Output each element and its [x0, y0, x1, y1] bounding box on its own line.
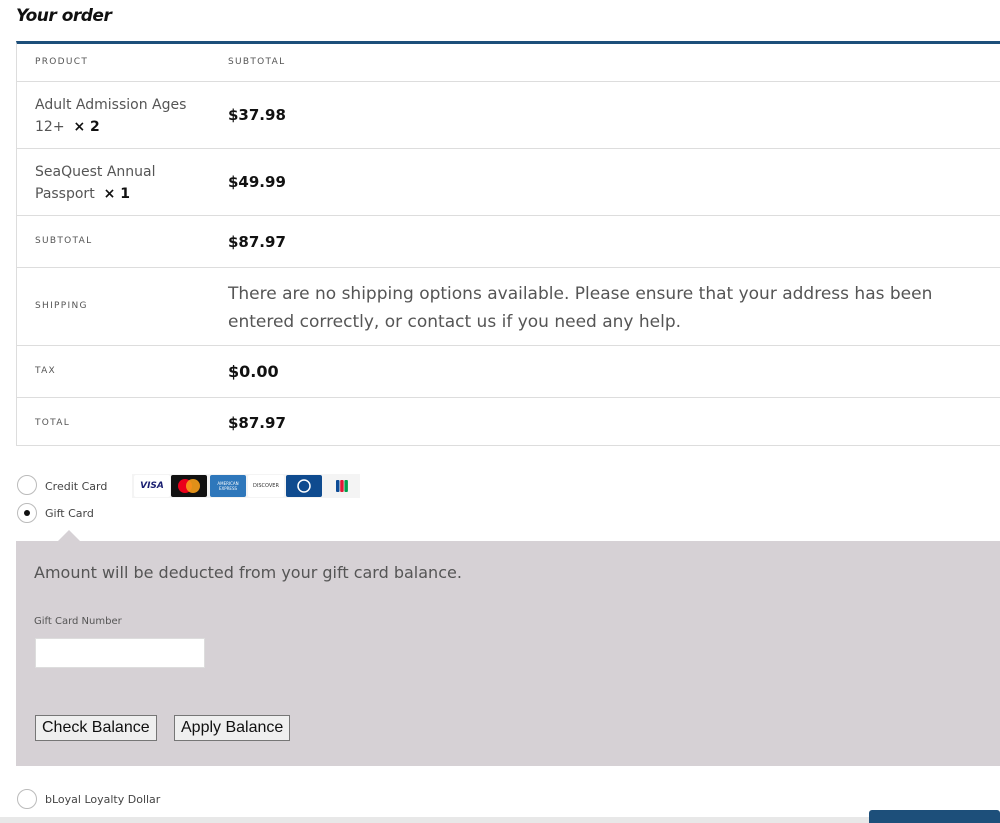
- shipping-label: SHIPPING: [35, 301, 88, 311]
- gift-card-radio[interactable]: [17, 503, 37, 523]
- order-table: PRODUCT SUBTOTAL Adult Admission Ages 12…: [16, 41, 1000, 446]
- shipping-row: SHIPPING There are no shipping options a…: [17, 268, 1000, 346]
- total-label: TOTAL: [35, 418, 71, 428]
- column-header-subtotal: SUBTOTAL: [228, 57, 286, 67]
- card-logos: VISA AMERICAN EXPRESS DISCOVER: [132, 474, 360, 498]
- table-row: SeaQuest Annual Passport × 1 $49.99: [17, 149, 1000, 216]
- subtotal-value: $87.97: [228, 233, 286, 251]
- product-price: $49.99: [228, 173, 286, 191]
- tax-label: TAX: [35, 366, 57, 376]
- loyalty-label[interactable]: bLoyal Loyalty Dollar: [45, 793, 160, 806]
- gift-card-number-input[interactable]: [35, 638, 205, 668]
- total-row: TOTAL $87.97: [17, 398, 1000, 449]
- discover-icon: DISCOVER: [248, 475, 284, 497]
- mastercard-circles: [178, 479, 200, 493]
- credit-card-label[interactable]: Credit Card: [45, 480, 107, 493]
- product-quantity: × 1: [103, 186, 130, 202]
- visa-icon: VISA: [134, 475, 170, 497]
- product-name-text: SeaQuest Annual Passport: [35, 164, 156, 202]
- jcb-icon: [324, 475, 360, 497]
- credit-card-radio[interactable]: [17, 475, 37, 495]
- loyalty-radio[interactable]: [17, 789, 37, 809]
- diners-icon: [286, 475, 322, 497]
- total-value: $87.97: [228, 414, 286, 432]
- gift-card-panel: Amount will be deducted from your gift c…: [16, 541, 1000, 766]
- apply-balance-button[interactable]: Apply Balance: [174, 715, 291, 741]
- table-row: Adult Admission Ages 12+ × 2 $37.98: [17, 82, 1000, 149]
- product-quantity: × 2: [73, 119, 100, 135]
- subtotal-label: SUBTOTAL: [35, 236, 93, 246]
- bottom-divider: [0, 817, 1000, 823]
- mastercard-icon: [171, 475, 207, 497]
- subtotal-row: SUBTOTAL $87.97: [17, 216, 1000, 268]
- tax-value: $0.00: [228, 362, 279, 381]
- column-header-product: PRODUCT: [35, 57, 89, 67]
- product-name-text: Adult Admission Ages 12+: [35, 97, 187, 135]
- tax-row: TAX $0.00: [17, 346, 1000, 398]
- amex-icon: AMERICAN EXPRESS: [210, 475, 246, 497]
- jcb-stripes: [336, 480, 348, 492]
- check-balance-button[interactable]: Check Balance: [35, 715, 157, 741]
- table-header-row: PRODUCT SUBTOTAL: [17, 44, 1000, 82]
- product-price: $37.98: [228, 106, 286, 124]
- gift-panel-pointer: [58, 530, 80, 541]
- gift-card-label[interactable]: Gift Card: [45, 507, 94, 520]
- page-title: Your order: [16, 6, 112, 26]
- shipping-message: There are no shipping options available.…: [228, 284, 933, 332]
- gift-card-message: Amount will be deducted from your gift c…: [34, 563, 462, 582]
- place-order-button[interactable]: [869, 810, 1000, 823]
- gift-card-number-label: Gift Card Number: [34, 616, 122, 627]
- diners-circle: [297, 479, 311, 493]
- product-name: SeaQuest Annual Passport × 1: [35, 161, 205, 205]
- product-name: Adult Admission Ages 12+ × 2: [35, 94, 205, 138]
